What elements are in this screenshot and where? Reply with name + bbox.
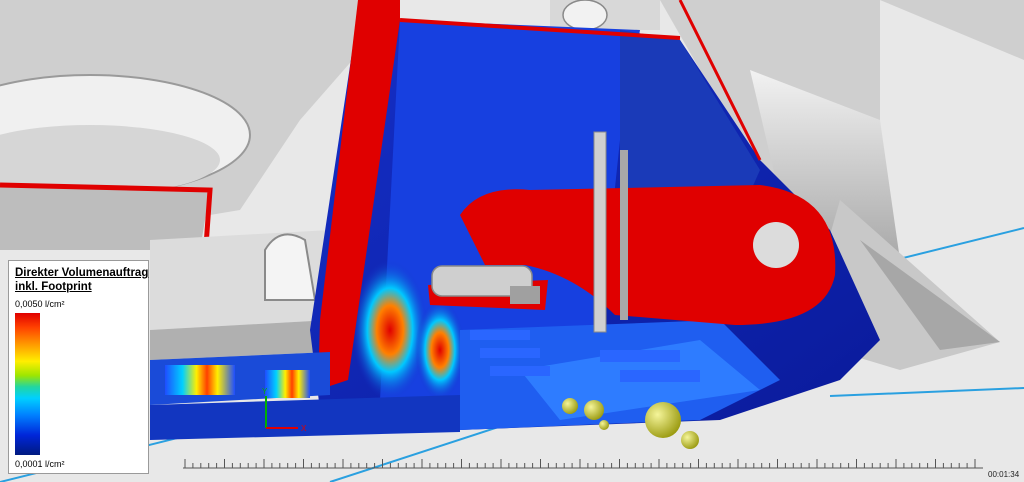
axis-y-label: Y	[262, 387, 268, 396]
axis-x-label: X	[301, 424, 307, 433]
color-legend: Direkter Volumenauftrag inkl. Footprint …	[8, 260, 149, 474]
legend-min-label: 0,0001 l/cm²	[15, 459, 65, 469]
3d-viewport[interactable]: Y X	[0, 0, 1024, 482]
legend-title-line1: Direkter Volumenauftrag	[15, 267, 149, 279]
timeline-ruler[interactable]	[183, 455, 983, 469]
scene-render: Y X	[0, 0, 1024, 482]
legend-title: Direkter Volumenauftrag inkl. Footprint	[15, 266, 149, 294]
legend-colorbar	[15, 313, 40, 455]
legend-max-label: 0,0050 l/cm²	[15, 299, 65, 309]
legend-title-line2: inkl. Footprint	[15, 281, 92, 293]
timestamp: 00:01:34	[988, 470, 1020, 479]
